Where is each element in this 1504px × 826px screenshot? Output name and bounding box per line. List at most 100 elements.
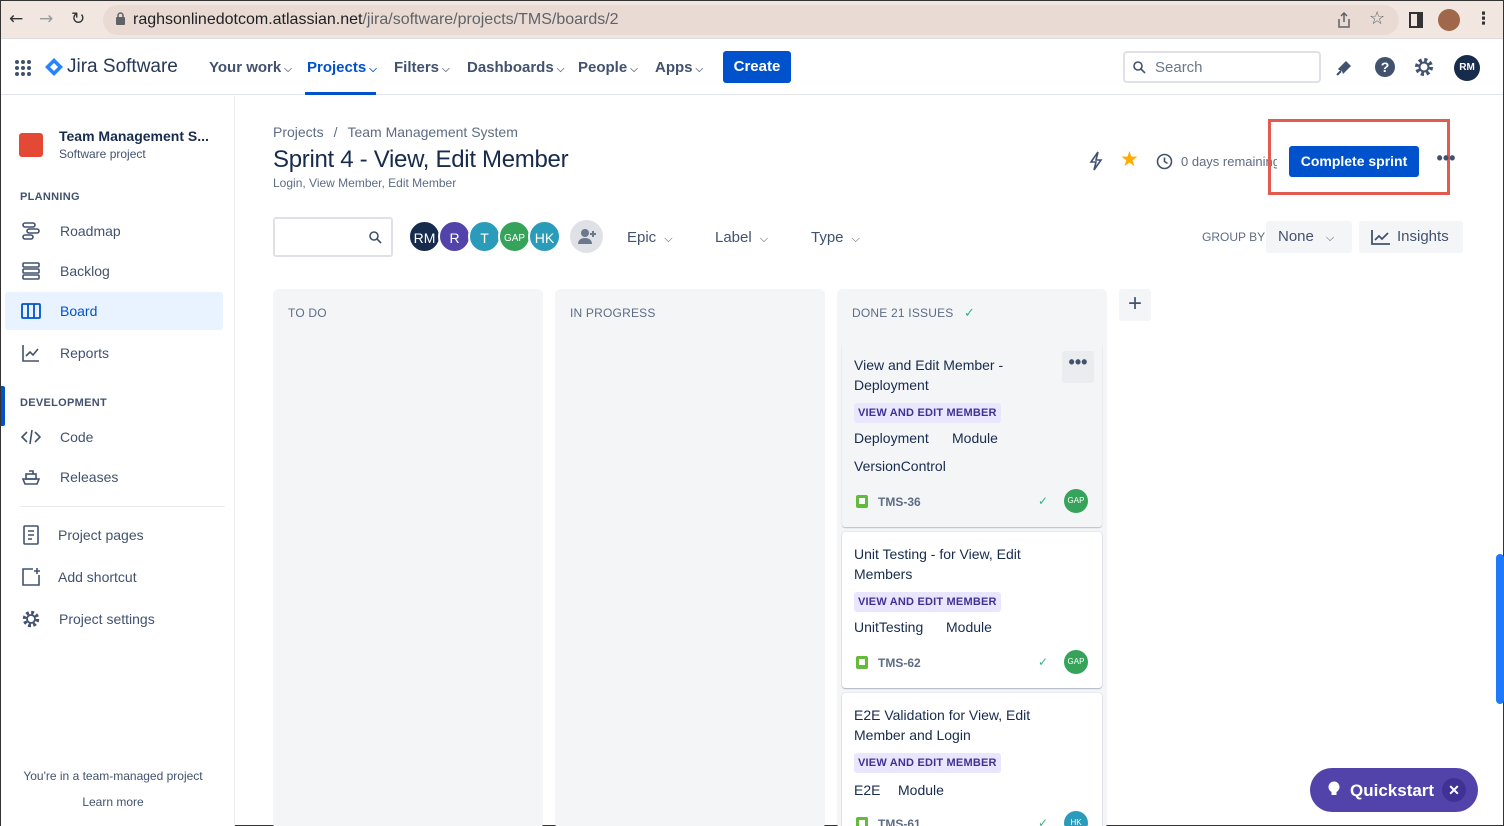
avatar-t[interactable]: T xyxy=(468,220,501,253)
sidebar-item-roadmap[interactable]: Roadmap xyxy=(5,212,223,250)
epic-tag: VIEW AND EDIT MEMBER xyxy=(854,753,1001,773)
issue-key[interactable]: TMS-62 xyxy=(878,656,921,670)
help-icon[interactable]: ? xyxy=(1374,56,1396,78)
active-nav-indicator xyxy=(305,92,376,95)
side-panel-handle[interactable] xyxy=(1496,554,1504,704)
nav-people[interactable]: People ⌵ xyxy=(578,59,638,76)
column-title: TO DO xyxy=(288,306,327,320)
type-filter[interactable]: Type ⌵ xyxy=(811,229,860,246)
avatar-gap[interactable]: GAP xyxy=(498,220,531,253)
issue-card[interactable]: E2E Validation for View, Edit Member and… xyxy=(842,693,1102,826)
board-search-input[interactable] xyxy=(273,217,393,257)
sidebar-item-board[interactable]: Board xyxy=(5,292,223,330)
card-summary: View and Edit Member - Deployment xyxy=(854,357,1004,393)
browser-menu-icon[interactable]: ⋮ xyxy=(1475,9,1492,29)
sidebar-item-project-pages[interactable]: Project pages xyxy=(5,516,223,554)
sidebar-item-releases[interactable]: Releases xyxy=(5,458,223,496)
chevron-down-icon: ⌵ xyxy=(1325,232,1335,244)
page-icon xyxy=(23,525,39,545)
sprint-goal: Login, View Member, Edit Member xyxy=(273,176,457,190)
epic-filter[interactable]: Epic ⌵ xyxy=(627,229,673,246)
story-icon xyxy=(856,656,868,669)
jira-logo-icon[interactable] xyxy=(45,58,63,76)
share-icon[interactable] xyxy=(1337,12,1351,28)
group-by-select[interactable]: None ⌵ xyxy=(1266,221,1352,253)
issue-card[interactable]: View and Edit Member - Deployment ••• VI… xyxy=(842,343,1102,527)
assignee-avatar[interactable]: GAP xyxy=(1064,650,1088,674)
search-icon xyxy=(1133,61,1146,74)
project-name[interactable]: Team Management S... xyxy=(59,128,209,144)
bookmark-star-icon[interactable]: ☆ xyxy=(1369,8,1385,29)
avatar-r[interactable]: R xyxy=(438,220,471,253)
epic-tag: VIEW AND EDIT MEMBER xyxy=(854,592,1001,612)
settings-icon[interactable] xyxy=(1413,56,1435,78)
lightbulb-icon xyxy=(1328,781,1340,795)
label-tag: Module xyxy=(898,782,944,798)
nav-dashboards[interactable]: Dashboards ⌵ xyxy=(467,59,564,76)
app-switcher-icon[interactable] xyxy=(14,59,32,77)
insights-button[interactable]: Insights xyxy=(1359,221,1463,253)
notifications-icon[interactable] xyxy=(1334,56,1356,78)
assignee-avatar[interactable]: HK xyxy=(1064,811,1088,826)
sidebar-item-label: Board xyxy=(60,303,98,319)
assignee-avatar[interactable]: GAP xyxy=(1064,489,1088,513)
more-actions-button[interactable]: ••• xyxy=(1433,149,1459,175)
project-avatar[interactable] xyxy=(19,133,43,157)
jira-logo-text[interactable]: Jira Software xyxy=(67,56,178,78)
nav-your-work[interactable]: Your work ⌵ xyxy=(209,59,292,76)
backlog-icon xyxy=(22,262,40,280)
add-people-button[interactable] xyxy=(570,220,603,253)
page-title: Sprint 4 - View, Edit Member xyxy=(273,146,569,173)
card-more-button[interactable]: ••• xyxy=(1062,351,1094,383)
done-check-icon: ✓ xyxy=(964,305,975,320)
insights-label: Insights xyxy=(1397,228,1449,245)
automation-icon[interactable] xyxy=(1087,151,1105,171)
add-column-button[interactable]: + xyxy=(1119,289,1151,321)
user-avatar[interactable]: RM xyxy=(1454,55,1480,81)
sidebar-divider xyxy=(20,506,225,507)
address-bar[interactable]: raghsonlinedotcom.atlassian.net/jira/sof… xyxy=(103,5,1399,35)
avatar-rm[interactable]: RM xyxy=(408,220,441,253)
label-tag: UnitTesting xyxy=(854,619,924,635)
search-icon xyxy=(369,231,382,244)
learn-more-link[interactable]: Learn more xyxy=(1,795,225,809)
issue-key[interactable]: TMS-61 xyxy=(878,817,921,826)
planning-heading: PLANNING xyxy=(20,191,80,203)
settings-icon xyxy=(22,610,40,628)
sidebar-item-add-shortcut[interactable]: Add shortcut xyxy=(5,558,223,596)
highlight-box xyxy=(1268,119,1450,195)
done-check-icon: ✓ xyxy=(1038,816,1049,826)
issue-key[interactable]: TMS-36 xyxy=(878,495,921,509)
sidebar-item-project-settings[interactable]: Project settings xyxy=(5,600,223,638)
sidebar-item-reports[interactable]: Reports xyxy=(5,334,223,372)
sidebar-item-backlog[interactable]: Backlog xyxy=(5,252,223,290)
label-filter[interactable]: Label ⌵ xyxy=(715,229,768,246)
star-icon[interactable]: ★ xyxy=(1120,147,1139,172)
sidebar-toggle-icon[interactable] xyxy=(1409,12,1423,28)
profile-avatar[interactable] xyxy=(1438,9,1460,31)
nav-projects[interactable]: Projects ⌵ xyxy=(307,59,377,76)
nav-apps[interactable]: Apps ⌵ xyxy=(655,59,703,76)
nav-filters[interactable]: Filters ⌵ xyxy=(394,59,450,76)
story-icon xyxy=(856,817,868,826)
search-placeholder: Search xyxy=(1155,59,1203,76)
create-button[interactable]: Create xyxy=(723,51,791,83)
close-icon[interactable]: ✕ xyxy=(1442,778,1466,802)
breadcrumb-projects[interactable]: Projects xyxy=(273,124,324,140)
breadcrumb-project[interactable]: Team Management System xyxy=(347,124,517,140)
sidebar-item-label: Project pages xyxy=(58,527,144,543)
sidebar-item-label: Roadmap xyxy=(60,223,121,239)
back-icon[interactable]: ← xyxy=(9,9,23,29)
sidebar-item-code[interactable]: Code xyxy=(5,418,223,456)
reload-icon[interactable]: ↻ xyxy=(71,9,85,29)
issue-card[interactable]: Unit Testing - for View, Edit Members VI… xyxy=(842,532,1102,688)
search-input[interactable]: Search xyxy=(1123,51,1321,83)
quickstart-button[interactable]: Quickstart ✕ xyxy=(1310,768,1478,812)
sidebar-item-label: Code xyxy=(60,429,94,445)
lock-icon xyxy=(116,12,125,25)
days-remaining: 0 days remaining xyxy=(1181,154,1277,169)
insights-icon xyxy=(1371,230,1390,245)
forward-icon[interactable]: → xyxy=(39,9,53,29)
roadmap-icon xyxy=(22,222,40,240)
avatar-hk[interactable]: HK xyxy=(528,220,561,253)
